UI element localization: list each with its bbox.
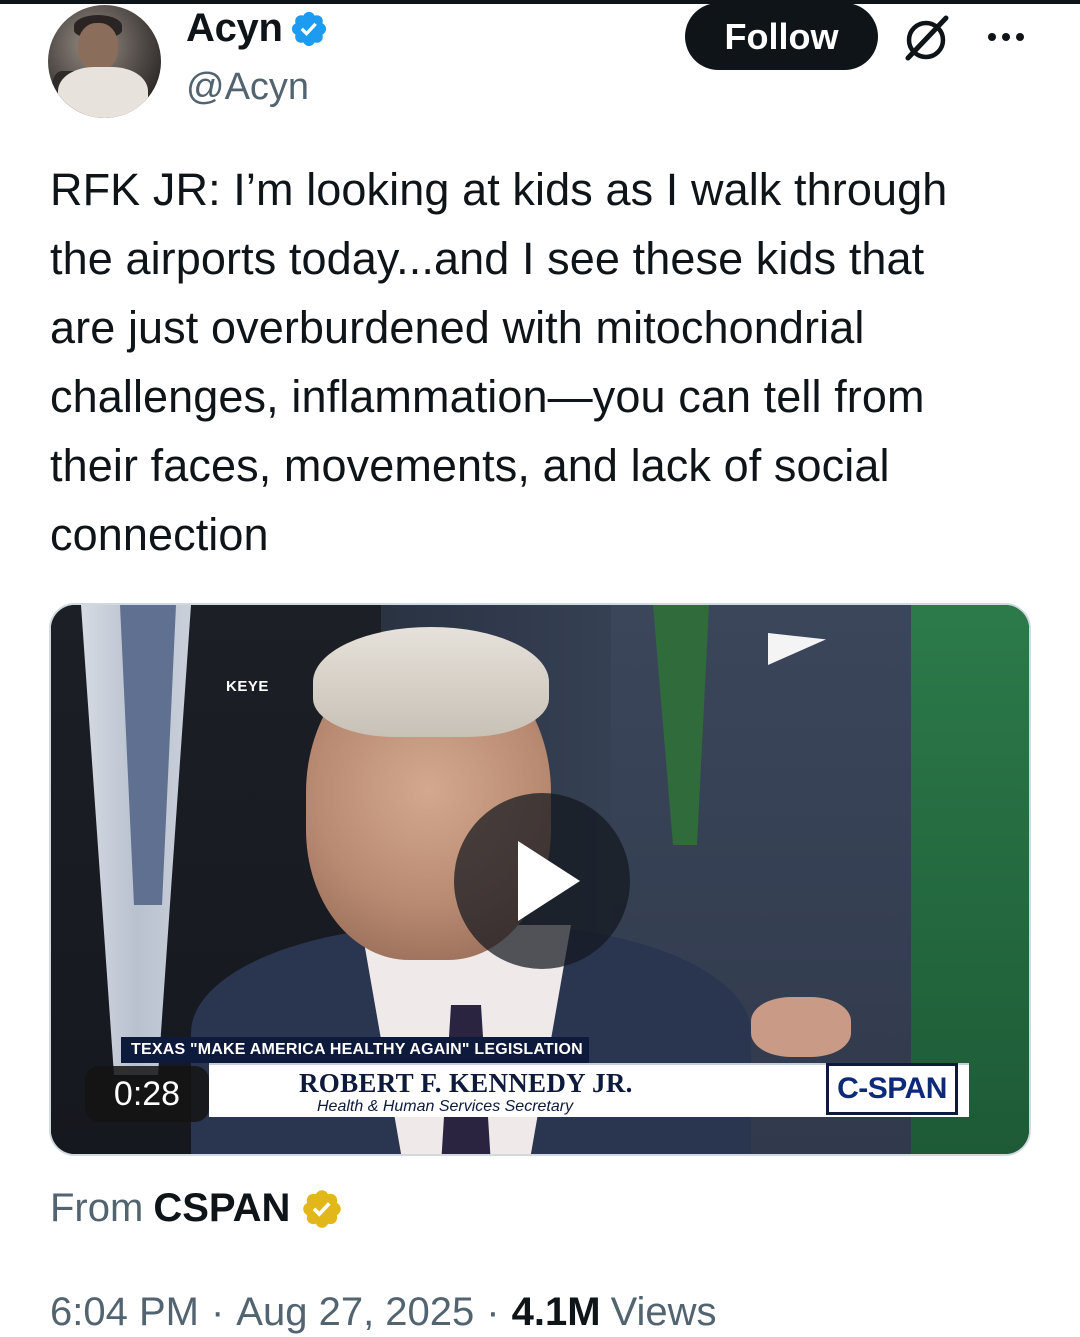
video-duration: 0:28 [85, 1066, 209, 1122]
more-icon[interactable] [985, 22, 1027, 52]
author-name-row[interactable]: Acyn [186, 6, 329, 51]
tweet-header: Acyn @Acyn Follow [0, 0, 1080, 130]
play-icon [518, 841, 580, 921]
lower-third-banner: TEXAS "MAKE AMERICA HEALTHY AGAIN" LEGIS… [121, 1037, 589, 1063]
play-button[interactable] [454, 793, 630, 969]
views-label: Views [610, 1290, 717, 1334]
station-bug: KEYE [226, 678, 269, 695]
author-handle[interactable]: @Acyn [186, 66, 309, 109]
post-time[interactable]: 6:04 PM [50, 1290, 199, 1335]
video-player[interactable]: KEYE TEXAS "MAKE AMERICA HEALTHY AGAIN" … [49, 603, 1031, 1156]
views-count: 4.1M [511, 1290, 601, 1334]
source-attribution: From CSPAN [50, 1186, 344, 1231]
separator: · [210, 1290, 225, 1334]
grok-icon[interactable] [898, 12, 954, 64]
separator: · [486, 1290, 500, 1334]
verified-badge-icon [289, 9, 329, 49]
post-date[interactable]: Aug 27, 2025 [236, 1290, 474, 1335]
follow-button[interactable]: Follow [685, 3, 878, 70]
tweet-meta: 6:04 PM · Aug 27, 2025 · 4.1M Views [50, 1290, 717, 1335]
speaker-name: ROBERT F. KENNEDY JR. [299, 1068, 633, 1098]
display-name[interactable]: Acyn [186, 6, 283, 51]
gold-verified-badge-icon [300, 1187, 344, 1231]
network-logo: C-SPAN [826, 1063, 958, 1115]
from-label: From [50, 1186, 144, 1230]
source-link[interactable]: CSPAN [153, 1186, 290, 1231]
avatar[interactable] [48, 5, 161, 118]
speaker-title: Health & Human Services Secretary [317, 1098, 574, 1115]
tweet-text: RFK JR: I’m looking at kids as I walk th… [50, 164, 948, 560]
